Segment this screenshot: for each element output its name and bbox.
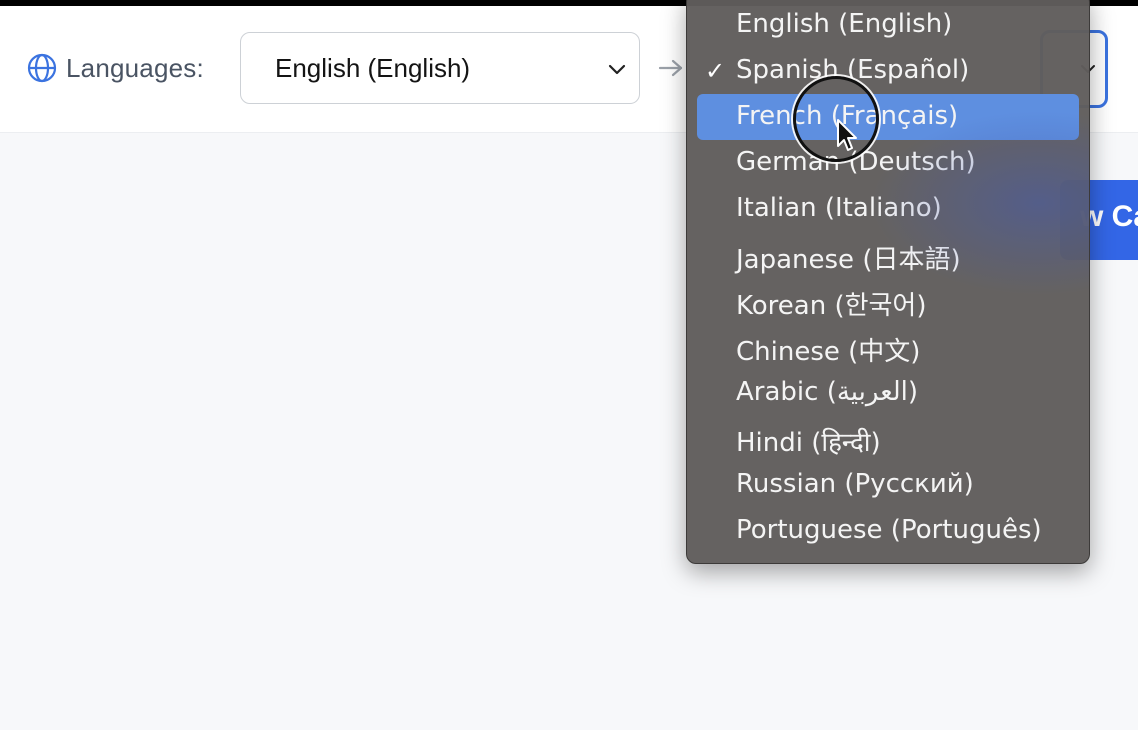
source-language-value: English (English) bbox=[275, 53, 471, 83]
menu-item-label: Korean (한국어) bbox=[736, 291, 927, 321]
menu-item-label: English (English) bbox=[736, 9, 953, 39]
language-dropdown-menu: English (English) ✓ Spanish (Español) Fr… bbox=[686, 0, 1090, 564]
menu-item-japanese[interactable]: Japanese (日本語) bbox=[697, 232, 1079, 278]
menu-item-label: Arabic (العربية) bbox=[736, 377, 919, 407]
menu-item-label: Chinese (中文) bbox=[736, 337, 921, 367]
menu-item-italian[interactable]: Italian (Italiano) bbox=[697, 186, 1079, 232]
menu-item-french[interactable]: French (Français) bbox=[697, 94, 1079, 140]
menu-item-label: Japanese (日本語) bbox=[736, 245, 961, 275]
menu-item-hindi[interactable]: Hindi (हिन्दी) bbox=[697, 416, 1079, 462]
mouse-cursor-icon bbox=[836, 118, 860, 154]
languages-label: Languages: bbox=[66, 52, 204, 83]
arrow-right-icon bbox=[656, 56, 686, 80]
menu-item-label: Russian (Русский) bbox=[736, 469, 974, 499]
menu-item-korean[interactable]: Korean (한국어) bbox=[697, 278, 1079, 324]
check-icon: ✓ bbox=[705, 58, 726, 85]
languages-label-group: Languages: bbox=[26, 53, 204, 83]
globe-icon bbox=[26, 52, 58, 84]
menu-item-arabic[interactable]: Arabic (العربية) bbox=[697, 370, 1079, 416]
menu-item-label: Portuguese (Português) bbox=[736, 515, 1042, 545]
source-language-select[interactable]: English (English) bbox=[240, 32, 640, 104]
menu-item-german[interactable]: German (Deutsch) bbox=[697, 140, 1079, 186]
menu-item-portuguese[interactable]: Portuguese (Português) bbox=[697, 508, 1079, 554]
menu-item-label: Italian (Italiano) bbox=[736, 193, 942, 223]
menu-item-russian[interactable]: Russian (Русский) bbox=[697, 462, 1079, 508]
menu-item-chinese[interactable]: Chinese (中文) bbox=[697, 324, 1079, 370]
menu-item-spanish[interactable]: ✓ Spanish (Español) bbox=[697, 48, 1079, 94]
menu-item-english[interactable]: English (English) bbox=[697, 2, 1079, 48]
chevron-down-icon bbox=[605, 57, 629, 81]
menu-item-label: Hindi (हिन्दी) bbox=[736, 428, 881, 458]
